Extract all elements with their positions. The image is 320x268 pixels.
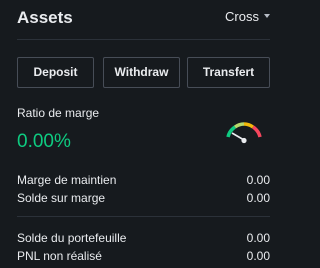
unrealized-pnl-row: PNL non réalisé 0.00 — [17, 249, 270, 263]
header-divider — [17, 39, 270, 40]
margin-mode-label: Cross — [225, 9, 259, 24]
wallet-balance-value: 0.00 — [246, 231, 270, 245]
maintenance-margin-label: Marge de maintien — [17, 173, 117, 187]
wallet-balance-row: Solde du portefeuille 0.00 — [17, 231, 270, 245]
maintenance-margin-value: 0.00 — [246, 173, 270, 187]
withdraw-button[interactable]: Withdraw — [103, 57, 180, 88]
assets-header: Assets Cross — [17, 8, 270, 30]
unrealized-pnl-label: PNL non réalisé — [17, 249, 102, 263]
margin-balance-row: Solde sur marge 0.00 — [17, 191, 270, 205]
margin-balance-label: Solde sur marge — [17, 191, 106, 205]
wallet-balance-label: Solde du portefeuille — [17, 231, 127, 245]
margin-ratio-label: Ratio de marge — [17, 106, 100, 120]
chevron-down-icon — [264, 13, 270, 18]
deposit-button[interactable]: Deposit — [17, 57, 94, 88]
margin-ratio-gauge-icon — [226, 122, 262, 144]
margin-mode-select[interactable]: Cross — [225, 9, 270, 25]
margin-balance-value: 0.00 — [246, 191, 270, 205]
transfer-button[interactable]: Transfert — [187, 57, 270, 88]
unrealized-pnl-value: 0.00 — [246, 249, 270, 263]
maintenance-margin-row: Marge de maintien 0.00 — [17, 173, 270, 187]
action-buttons: Deposit Withdraw Transfert — [17, 57, 270, 88]
section-divider — [17, 216, 270, 217]
assets-panel: Assets Cross Deposit Withdraw Transfert … — [0, 0, 280, 268]
panel-title: Assets — [17, 8, 73, 27]
margin-ratio-value: 0.00% — [17, 131, 71, 152]
